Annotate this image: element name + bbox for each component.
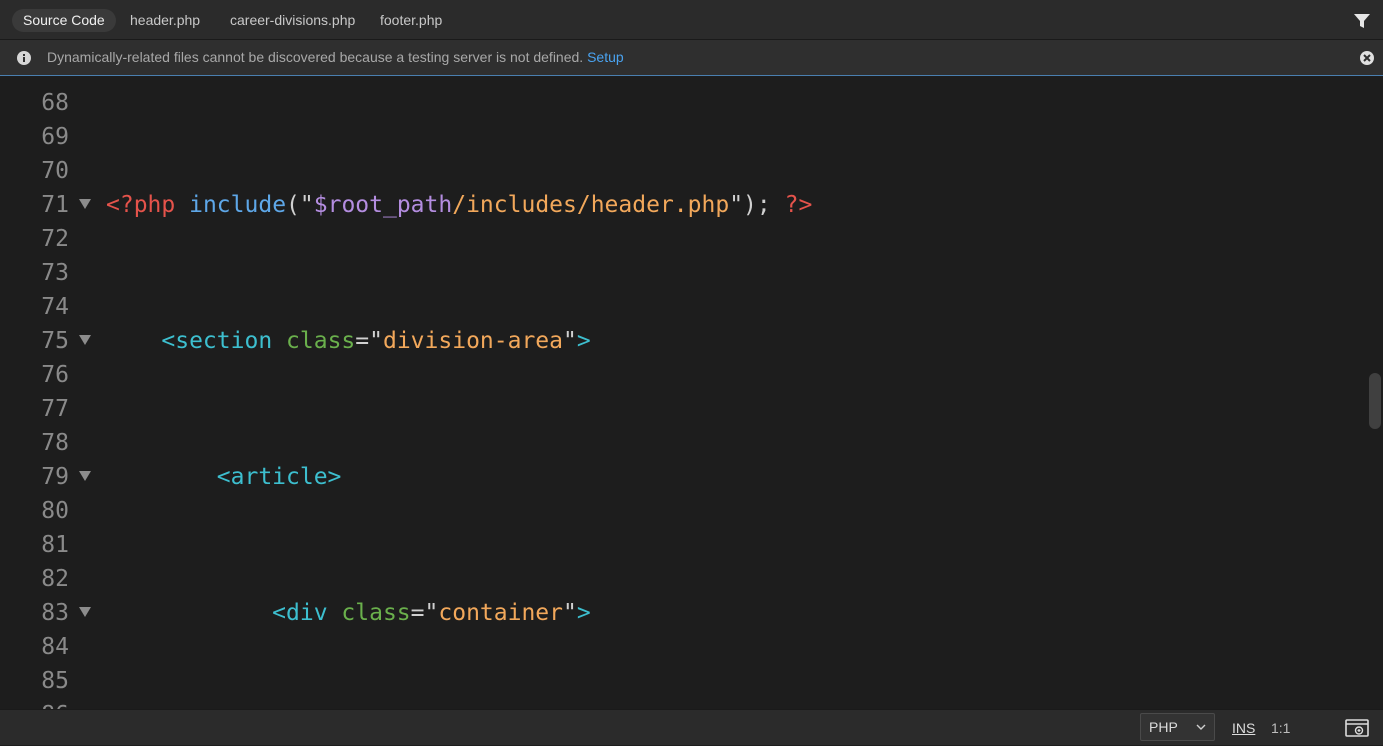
status-bar: PHP INS 1:1 xyxy=(0,709,1383,745)
line-number: 81 xyxy=(41,532,69,558)
code-line[interactable]: 71 <?php include("$root_path/includes/hea… xyxy=(0,188,1360,222)
code-line[interactable]: 72 xyxy=(0,222,1360,256)
code-text: <?php include("$root_path/includes/heade… xyxy=(106,192,813,218)
line-number: 73 xyxy=(41,260,69,286)
line-number: 72 xyxy=(41,226,69,252)
code-text: <section class="division-area"> xyxy=(161,328,591,354)
code-line[interactable]: 80 xyxy=(0,494,1360,528)
code-text: <div class="container"> xyxy=(272,600,591,626)
line-number: 69 xyxy=(41,124,69,150)
code-line[interactable]: 75 <section class="division-area"> xyxy=(0,324,1360,358)
line-number: 75 xyxy=(41,328,69,354)
line-number: 80 xyxy=(41,498,69,524)
line-number: 83 xyxy=(41,600,69,626)
fold-triangle-icon[interactable] xyxy=(79,199,91,209)
line-number: 85 xyxy=(41,668,69,694)
line-number: 68 xyxy=(41,90,69,116)
code-line[interactable]: 74 xyxy=(0,290,1360,324)
info-icon xyxy=(17,51,31,65)
code-line[interactable]: 77 xyxy=(0,392,1360,426)
tab-source-code[interactable]: Source Code xyxy=(12,9,116,32)
fold-triangle-icon[interactable] xyxy=(79,471,91,481)
line-number: 79 xyxy=(41,464,69,490)
code-line[interactable]: 70 xyxy=(0,154,1360,188)
line-number: 78 xyxy=(41,430,69,456)
code-line[interactable]: 78 xyxy=(0,426,1360,460)
tab-footer-php[interactable]: footer.php xyxy=(369,9,453,32)
close-circle-icon[interactable] xyxy=(1359,50,1375,66)
line-number: 82 xyxy=(41,566,69,592)
code-line[interactable]: 69 xyxy=(0,120,1360,154)
code-line[interactable]: 81 xyxy=(0,528,1360,562)
code-line[interactable]: 68 xyxy=(0,86,1360,120)
info-bar: Dynamically-related files cannot be disc… xyxy=(0,40,1383,76)
language-label: PHP xyxy=(1149,719,1178,735)
line-number: 74 xyxy=(41,294,69,320)
filter-icon[interactable] xyxy=(1353,12,1371,30)
code-line[interactable]: 73 xyxy=(0,256,1360,290)
code-line[interactable]: 85 xyxy=(0,664,1360,698)
document-tab-bar: Source Code header.php career-divisions.ph… xyxy=(0,0,1383,40)
info-message: Dynamically-related files cannot be disc… xyxy=(47,40,624,75)
insert-mode-toggle[interactable]: INS xyxy=(1232,710,1255,746)
fold-triangle-icon[interactable] xyxy=(79,335,91,345)
code-line[interactable]: 82 xyxy=(0,562,1360,596)
line-number: 86 xyxy=(0,698,69,709)
line-number: 70 xyxy=(41,158,69,184)
tab-header-php[interactable]: header.php xyxy=(119,9,211,32)
fold-triangle-icon[interactable] xyxy=(79,607,91,617)
line-number: 84 xyxy=(41,634,69,660)
code-line[interactable]: 76 xyxy=(0,358,1360,392)
code-text: <article> xyxy=(216,464,342,490)
line-number: 76 xyxy=(41,362,69,388)
tab-career-divisions-php[interactable]: career-divisions.php xyxy=(219,9,366,32)
info-message-text: Dynamically-related files cannot be disc… xyxy=(47,49,584,65)
cursor-position: 1:1 xyxy=(1271,720,1291,736)
live-view-icon[interactable] xyxy=(1345,718,1369,738)
chevron-down-icon xyxy=(1196,724,1206,730)
line-number: 77 xyxy=(41,396,69,422)
code-line[interactable]: 83 <div class="container"> xyxy=(0,596,1360,630)
vertical-scrollbar-thumb[interactable] xyxy=(1369,373,1381,429)
code-line[interactable]: 79 <article> xyxy=(0,460,1360,494)
code-line[interactable]: 84 xyxy=(0,630,1360,664)
code-line[interactable]: 86 xyxy=(0,698,1360,709)
line-number: 71 xyxy=(41,192,69,218)
setup-link[interactable]: Setup xyxy=(587,49,624,65)
language-select[interactable]: PHP xyxy=(1140,713,1215,741)
code-editor[interactable]: 68 69 70 71 <?php include("$root_path/includ… xyxy=(0,77,1383,709)
